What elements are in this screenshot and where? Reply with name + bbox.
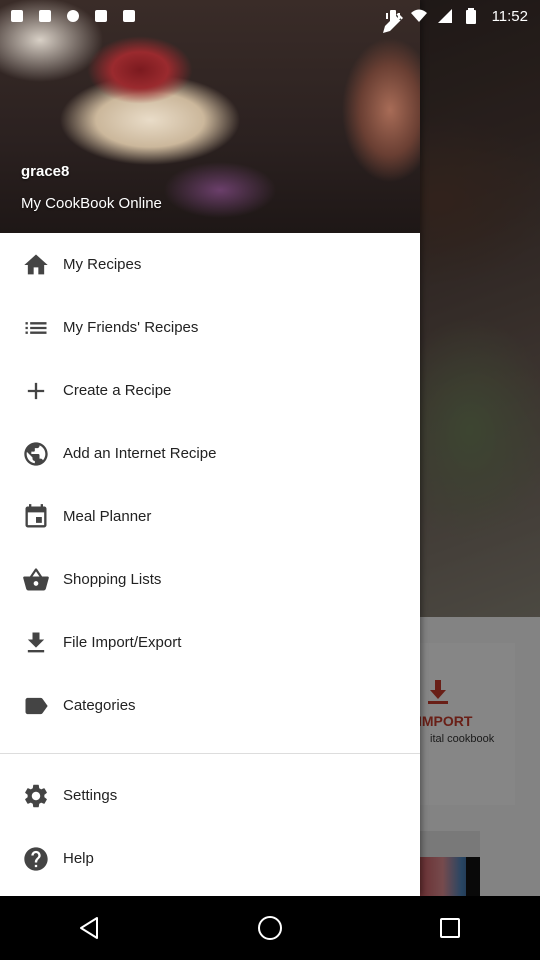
- menu-item-label: Settings: [63, 787, 118, 804]
- notification-icon: [64, 7, 82, 25]
- menu-item-meal-planner[interactable]: Meal Planner: [0, 485, 420, 548]
- home-icon[interactable]: [250, 908, 290, 948]
- menu-item-categories[interactable]: Categories: [0, 674, 420, 737]
- menu-item-help[interactable]: Help: [0, 827, 420, 890]
- menu-item-friends-recipes[interactable]: My Friends' Recipes: [0, 296, 420, 359]
- gear-icon: [22, 782, 50, 810]
- app-subtitle: My CookBook Online: [21, 195, 162, 212]
- system-navigation-bar: [0, 896, 540, 960]
- menu-item-shopping-lists[interactable]: Shopping Lists: [0, 548, 420, 611]
- download-icon: [22, 629, 50, 657]
- menu-item-file-import-export[interactable]: File Import/Export: [0, 611, 420, 674]
- home-icon: [22, 251, 50, 279]
- menu-item-settings[interactable]: Settings: [0, 764, 420, 827]
- menu-item-my-recipes[interactable]: My Recipes: [0, 233, 420, 296]
- menu-item-create-recipe[interactable]: Create a Recipe: [0, 359, 420, 422]
- battery-icon: [462, 7, 480, 25]
- calendar-icon: [22, 503, 50, 531]
- notification-icon: [8, 7, 26, 25]
- label-icon: [22, 692, 50, 720]
- menu-item-label: Shopping Lists: [63, 571, 162, 588]
- basket-icon: [22, 566, 50, 594]
- user-name: grace8: [21, 163, 70, 180]
- menu-item-label: File Import/Export: [63, 634, 182, 651]
- drawer-secondary-menu: Settings Help: [0, 764, 420, 890]
- menu-item-label: Add an Internet Recipe: [63, 445, 217, 462]
- drawer-header: grace8 My CookBook Online: [0, 0, 420, 233]
- menu-item-internet-recipe[interactable]: Add an Internet Recipe: [0, 422, 420, 485]
- globe-icon: [22, 440, 50, 468]
- drawer-menu: My Recipes My Friends' Recipes Create a …: [0, 233, 420, 737]
- menu-item-label: Categories: [63, 697, 136, 714]
- signal-icon: [436, 7, 454, 25]
- menu-item-label: My Friends' Recipes: [63, 319, 199, 336]
- recents-icon[interactable]: [430, 908, 470, 948]
- wifi-icon: [410, 7, 428, 25]
- notification-icon: [120, 7, 138, 25]
- list-icon: [22, 314, 50, 342]
- drawer-divider: [0, 753, 420, 754]
- plus-icon: [22, 377, 50, 405]
- clock: 11:52: [491, 7, 528, 25]
- menu-item-label: My Recipes: [63, 256, 142, 273]
- menu-item-label: Meal Planner: [63, 508, 152, 525]
- notification-icon: [36, 7, 54, 25]
- status-bar: 11:52: [0, 0, 540, 32]
- menu-item-label: Help: [63, 850, 94, 867]
- vibrate-icon: [384, 7, 402, 25]
- navigation-drawer: grace8 My CookBook Online My Recipes My …: [0, 0, 420, 896]
- back-icon[interactable]: [70, 908, 110, 948]
- help-icon: [22, 845, 50, 873]
- menu-item-label: Create a Recipe: [63, 382, 172, 399]
- notification-icon: [92, 7, 110, 25]
